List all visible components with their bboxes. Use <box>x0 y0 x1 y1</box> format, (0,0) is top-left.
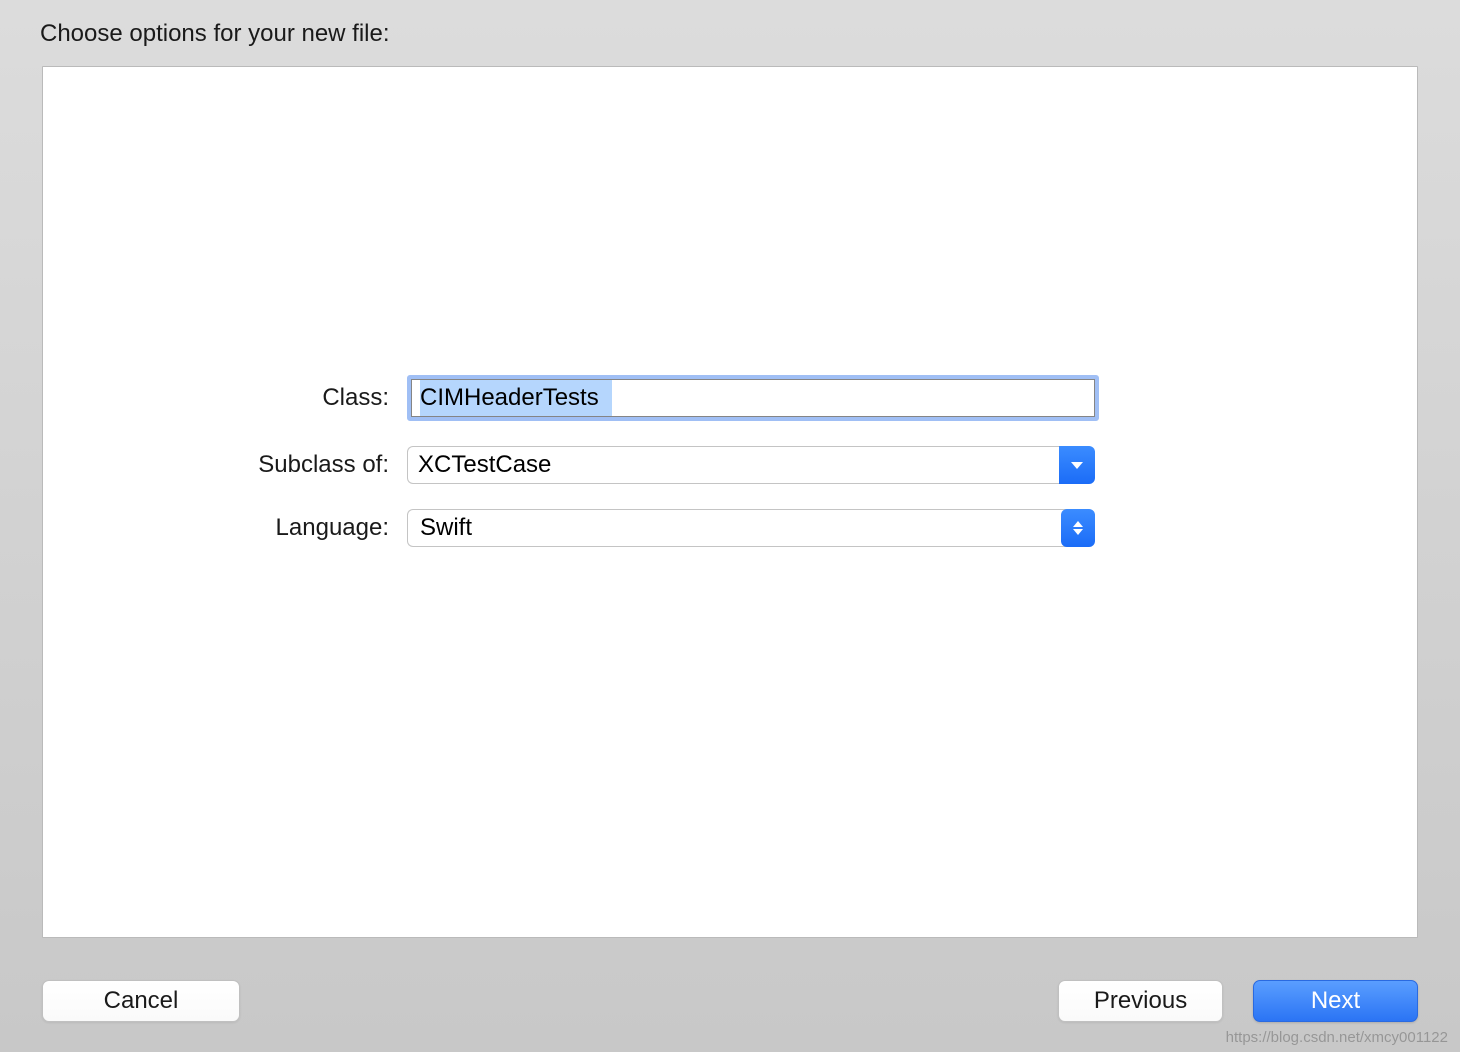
footer-buttons: Cancel Previous Next <box>42 980 1418 1022</box>
class-input[interactable] <box>411 379 1095 417</box>
subclass-row: Subclass of: <box>43 446 1417 484</box>
language-select[interactable]: Swift <box>407 509 1095 547</box>
language-row: Language: Swift <box>43 509 1417 547</box>
chevron-down-icon <box>1071 462 1083 469</box>
footer-right-buttons: Previous Next <box>1058 980 1418 1022</box>
class-label: Class: <box>43 384 389 412</box>
chevron-up-icon <box>1073 521 1083 527</box>
language-label: Language: <box>43 514 389 542</box>
watermark: https://blog.csdn.net/xmcy001122 <box>1226 1029 1448 1046</box>
form-area: Class: Subclass of: Language: <box>43 375 1417 547</box>
class-input-focus-ring <box>407 375 1099 421</box>
subclass-combobox[interactable] <box>407 446 1095 484</box>
new-file-dialog: Choose options for your new file: Class:… <box>0 0 1460 1052</box>
class-row: Class: <box>43 375 1417 421</box>
language-stepper-button[interactable] <box>1061 509 1095 547</box>
language-display: Swift <box>407 509 1067 547</box>
subclass-input[interactable] <box>407 446 1059 484</box>
content-panel: Class: Subclass of: Language: <box>42 66 1418 938</box>
subclass-label: Subclass of: <box>43 451 389 479</box>
cancel-button[interactable]: Cancel <box>42 980 240 1022</box>
dialog-title: Choose options for your new file: <box>40 20 1418 48</box>
chevron-down-icon <box>1073 529 1083 535</box>
next-button[interactable]: Next <box>1253 980 1418 1022</box>
subclass-dropdown-button[interactable] <box>1059 446 1095 484</box>
previous-button[interactable]: Previous <box>1058 980 1223 1022</box>
